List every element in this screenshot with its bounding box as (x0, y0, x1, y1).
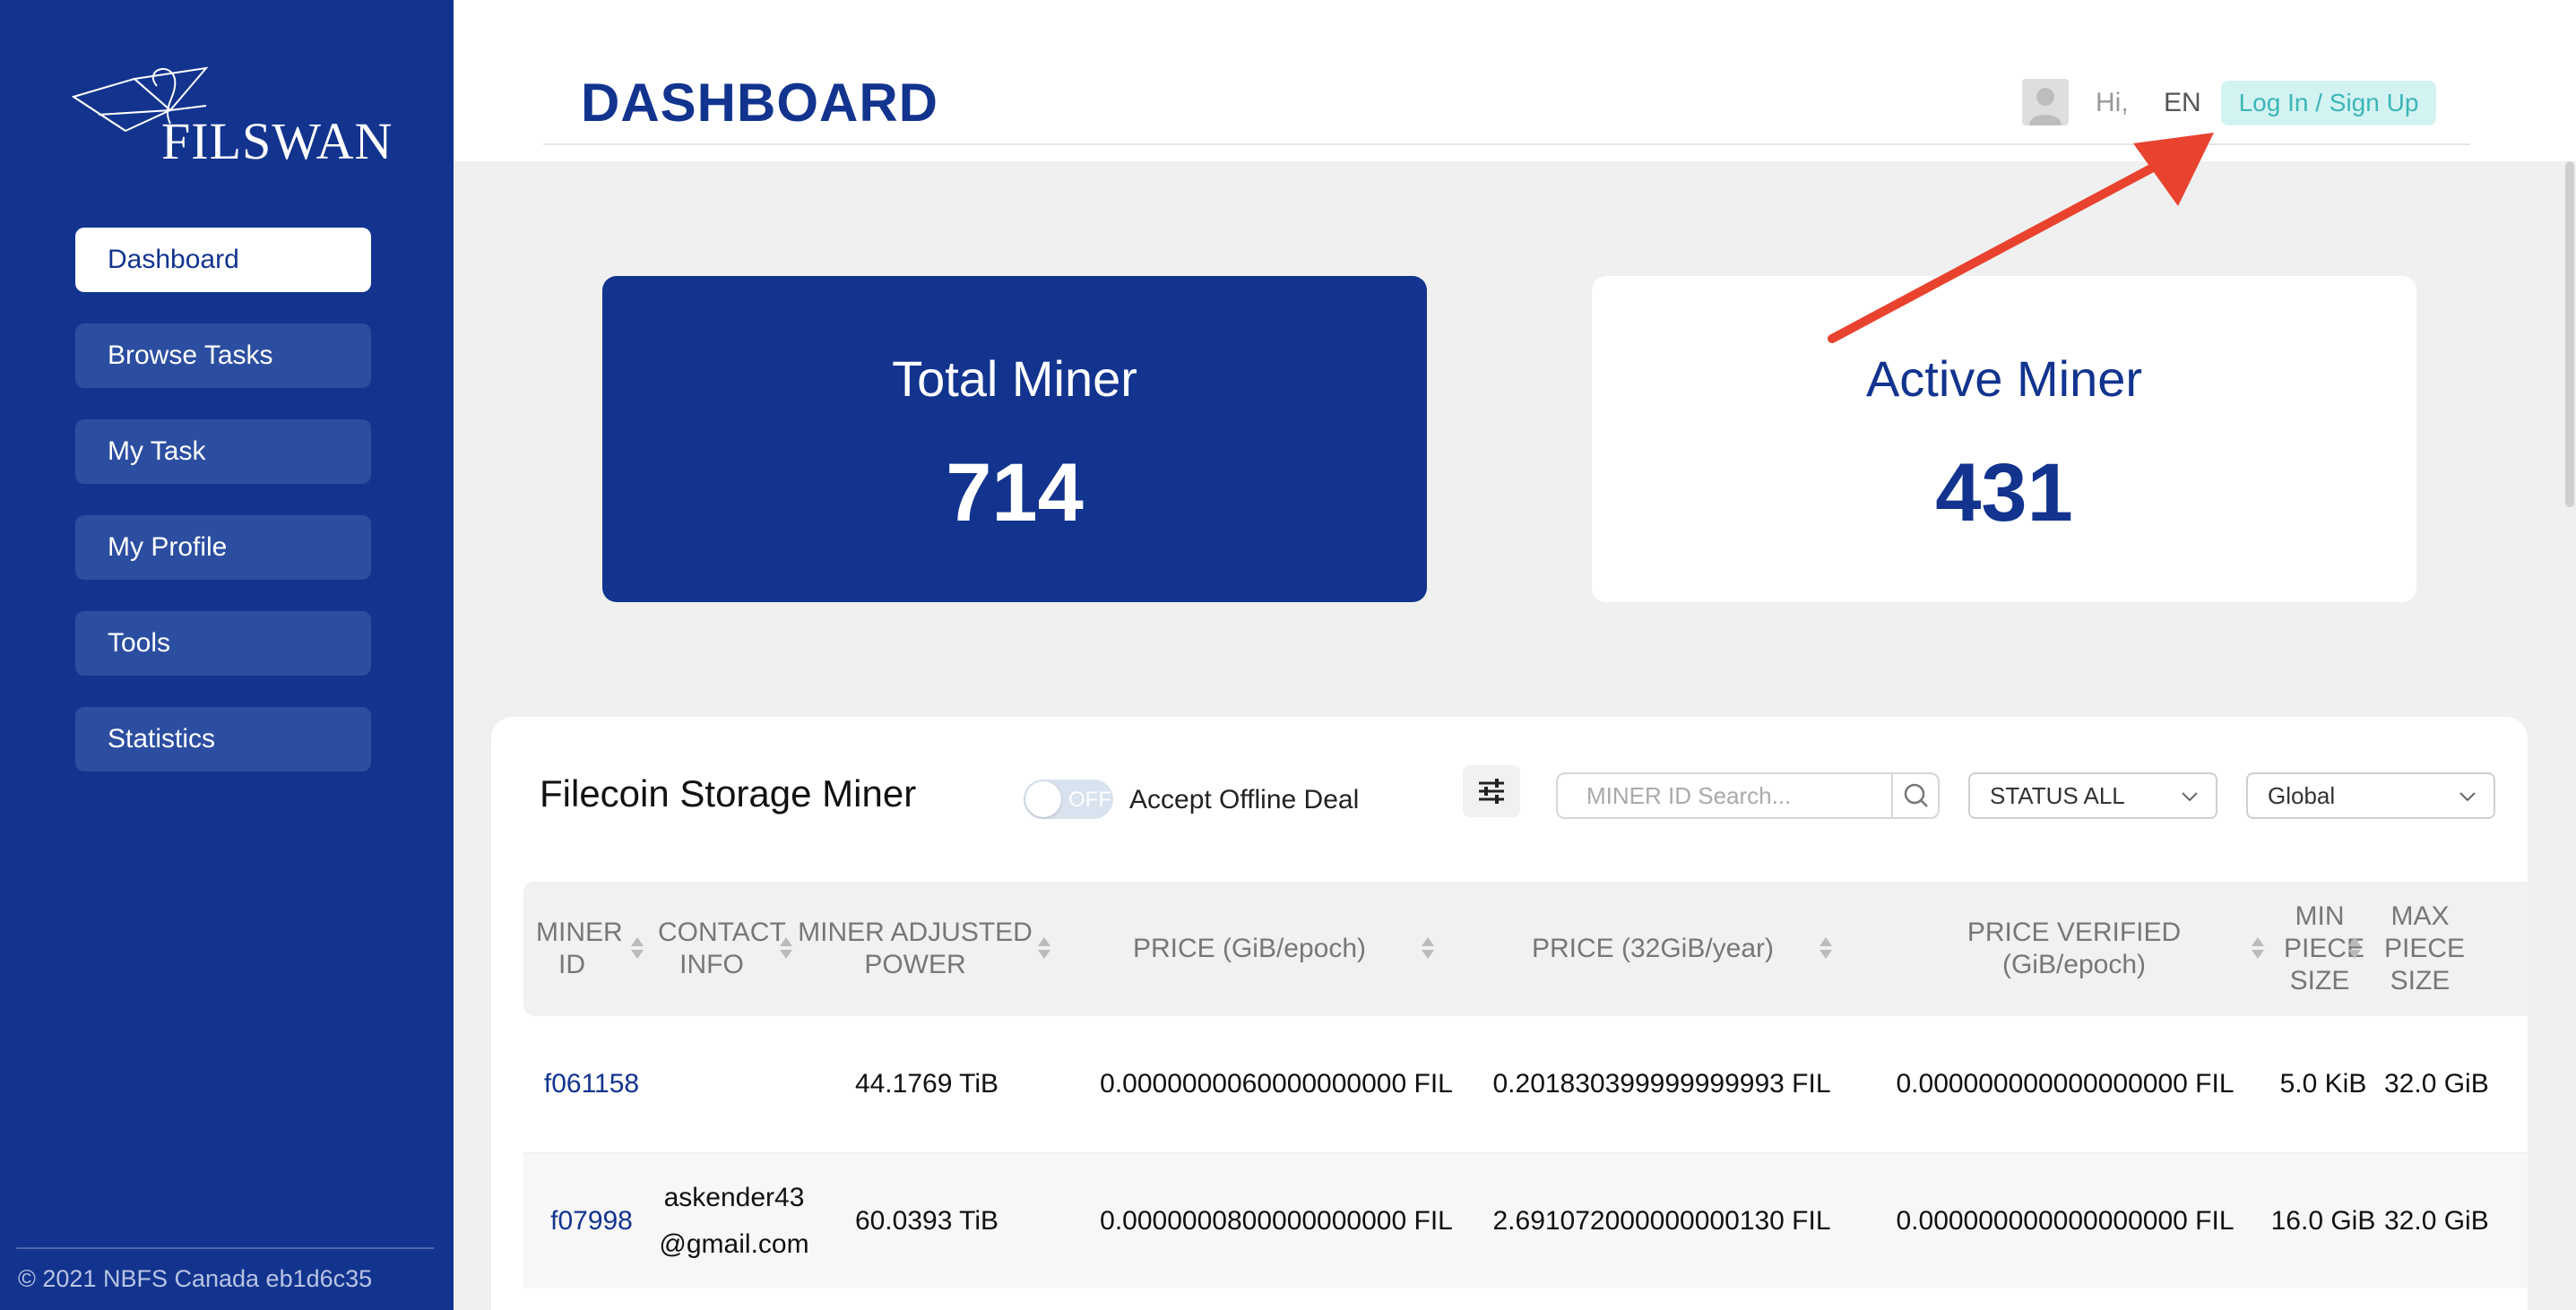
sidebar-item-statistics[interactable]: Statistics (75, 707, 371, 771)
page-title: DASHBOARD (581, 73, 938, 133)
region-select[interactable]: Global (2246, 772, 2495, 819)
price-year: 2.691072000000000130 FIL (1492, 1206, 1831, 1236)
panel-title: Filecoin Storage Miner (540, 772, 917, 814)
greeting-text: Hi, (2096, 88, 2129, 117)
total-miner-label: Total Miner (892, 350, 1137, 407)
sort-icon[interactable] (2347, 935, 2363, 961)
sidebar-item-my-profile[interactable]: My Profile (75, 515, 371, 580)
miner-power: 44.1769 TiB (854, 1069, 999, 1099)
column-price-epoch[interactable]: PRICE (GiB/epoch) (1097, 882, 1402, 1016)
status-select[interactable]: STATUS ALL (1968, 772, 2217, 819)
column-max-piece-size[interactable]: MAX PIECE SIZE (2384, 882, 2495, 1016)
column-price-verified[interactable]: PRICE VERIFIED (GiB/epoch) (1904, 882, 2244, 1016)
active-miner-value: 431 (1935, 447, 2073, 539)
price-verified: 0.000000000000000000 FIL (1896, 1206, 2235, 1236)
miner-id-search-input[interactable] (1558, 774, 1891, 817)
table-row[interactable]: f07998 askender43 @gmail.com 60.0393 TiB… (523, 1152, 2528, 1288)
min-piece-size: 16.0 GiB (2270, 1206, 2376, 1236)
region-select-value: Global (2268, 782, 2336, 809)
table-header: MINER ID CONTACT INFO MINER ADJUSTED POW… (523, 882, 2528, 1016)
toggle-state: OFF (1068, 788, 1111, 812)
filter-settings-button[interactable] (1463, 765, 1520, 817)
annotation-arrow-icon (1828, 133, 2214, 343)
min-piece-size: 5.0 KiB (2279, 1069, 2367, 1099)
price-epoch: 0.0000000060000000000 FIL (1100, 1069, 1453, 1099)
chevron-down-icon (2182, 792, 2198, 802)
sort-icon[interactable] (2250, 935, 2266, 961)
toggle-knob (1025, 781, 1061, 817)
column-price-year[interactable]: PRICE (32GiB/year) (1491, 882, 1814, 1016)
sidebar: FILSWAN Dashboard Browse Tasks My Task M… (0, 0, 454, 1310)
sidebar-item-tools[interactable]: Tools (75, 611, 371, 676)
search-icon (1904, 783, 1928, 807)
active-miner-label: Active Miner (1865, 350, 2143, 407)
contact-info (658, 1016, 792, 1152)
sidebar-nav: Dashboard Browse Tasks My Task My Profil… (75, 228, 371, 803)
sort-icon[interactable] (1036, 935, 1052, 961)
max-piece-size: 32.0 GiB (2384, 1069, 2489, 1099)
offline-deal-toggle[interactable]: OFF (1024, 780, 1113, 819)
language-switch[interactable]: EN (2164, 88, 2201, 118)
status-select-value: STATUS ALL (1990, 782, 2125, 809)
column-miner-id[interactable]: MINER ID (523, 882, 638, 1016)
column-contact-info[interactable]: CONTACT INFO (649, 882, 786, 1016)
contact-info: askender43 @gmail.com (659, 1183, 809, 1259)
miner-id-link[interactable]: f061158 (523, 1016, 660, 1152)
sort-icon[interactable] (778, 935, 794, 961)
offline-deal-label: Accept Offline Deal (1129, 785, 1360, 814)
total-miner-card: Total Miner 714 (602, 276, 1427, 602)
scrollbar[interactable] (2565, 161, 2574, 507)
max-piece-size: 32.0 GiB (2384, 1206, 2489, 1236)
divider (16, 1247, 434, 1249)
sort-icon[interactable] (1420, 935, 1436, 961)
sort-icon[interactable] (1818, 935, 1834, 961)
price-verified: 0.000000000000000000 FIL (1896, 1069, 2235, 1099)
sidebar-item-dashboard[interactable]: Dashboard (75, 228, 371, 292)
column-miner-adjusted-power[interactable]: MINER ADJUSTED POWER (796, 882, 1034, 1016)
miner-search (1556, 772, 1940, 819)
miner-panel: Filecoin Storage Miner OFF Accept Offlin… (491, 717, 2528, 1310)
miner-power: 60.0393 TiB (854, 1206, 999, 1236)
price-year: 0.201830399999999993 FIL (1492, 1069, 1831, 1099)
price-epoch: 0.0000000800000000000 FIL (1100, 1206, 1453, 1236)
sliders-icon (1479, 779, 1504, 804)
sort-icon[interactable] (629, 935, 645, 961)
brand-name: FILSWAN (161, 112, 393, 170)
copyright-text: © 2021 NBFS Canada eb1d6c35 (18, 1265, 373, 1292)
sidebar-item-browse-tasks[interactable]: Browse Tasks (75, 323, 371, 388)
total-miner-value: 714 (946, 447, 1084, 539)
miner-id-link[interactable]: f07998 (523, 1153, 660, 1289)
login-signup-button[interactable]: Log In / Sign Up (2221, 81, 2436, 125)
chevron-down-icon (2459, 792, 2476, 802)
sidebar-item-my-task[interactable]: My Task (75, 419, 371, 484)
search-button[interactable] (1891, 774, 1938, 817)
table-row[interactable]: f061158 44.1769 TiB 0.000000006000000000… (523, 1016, 2528, 1152)
